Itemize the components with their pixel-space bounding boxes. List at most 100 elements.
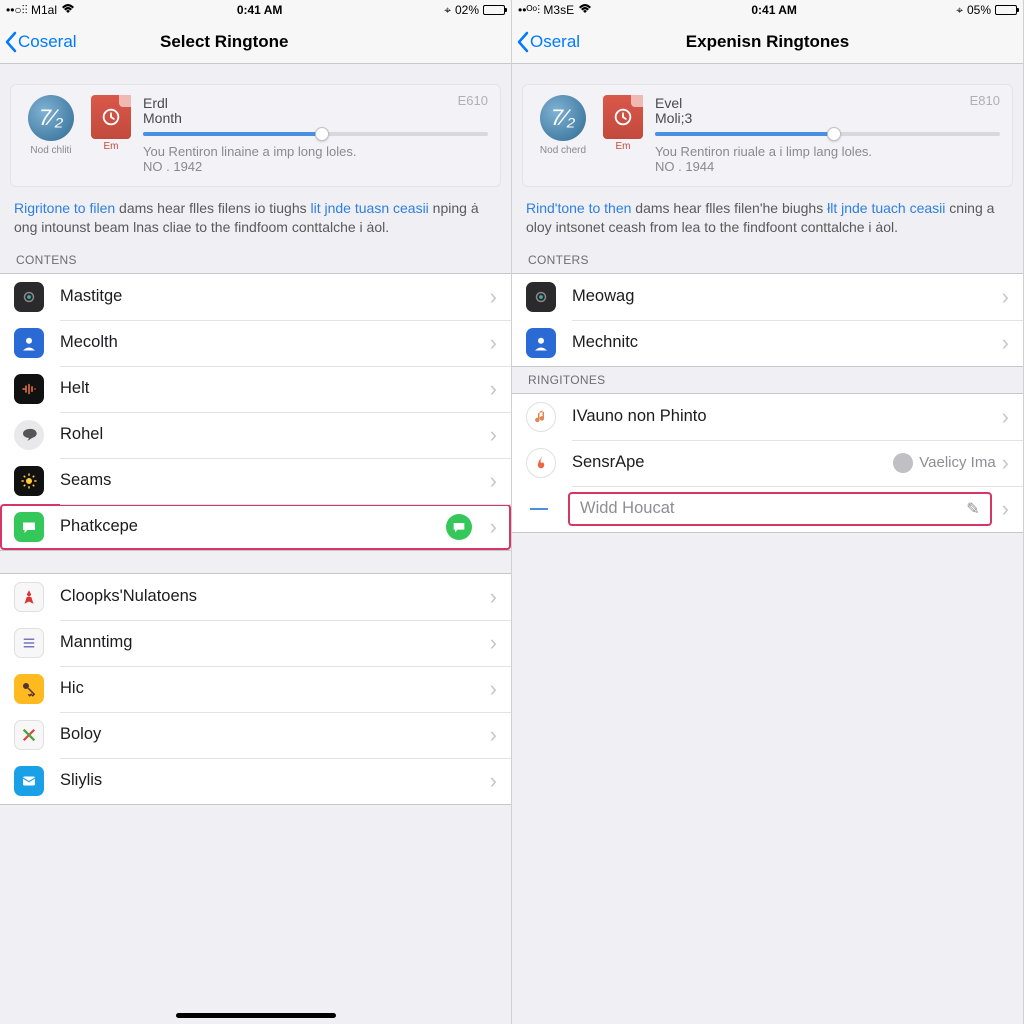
back-label: Coseral (18, 32, 77, 52)
chevron-right-icon: › (1002, 498, 1023, 520)
document-icon (603, 95, 643, 139)
messages-badge-icon (446, 514, 472, 540)
ringtone-item[interactable]: IVauno non Phinto › (512, 394, 1023, 440)
description-text: Rigritone to filen dams hear flles filen… (0, 187, 511, 247)
list-item[interactable]: Sliylis › (0, 758, 511, 804)
flame-icon (526, 448, 556, 478)
chevron-right-icon: › (490, 332, 511, 354)
battery-text: 05% (967, 3, 991, 17)
row-detail: Vaelicy Ima (893, 453, 1001, 473)
info-card: E610 7⁄₂ Nod chliti Em Erdl Month You Re… (10, 84, 501, 187)
card-line1: Erdl (143, 95, 488, 111)
card-line2: Month (143, 110, 488, 126)
list-item[interactable]: Mastitge › (0, 274, 511, 320)
carrier-text: ••○⫶⫶ M1al (6, 3, 57, 18)
row-label: Rohel (60, 425, 490, 444)
progress-slider[interactable] (655, 132, 1000, 136)
bluetooth-icon: ⌖ (444, 3, 451, 18)
list-item[interactable]: Meowag › (512, 274, 1023, 320)
chevron-right-icon: › (1002, 332, 1023, 354)
wifi-icon (61, 3, 75, 17)
card-desc1: You Rentiron riuale a i limp lang loles. (655, 144, 1000, 159)
mail-icon (14, 766, 44, 796)
chevron-right-icon: › (490, 286, 511, 308)
person-icon (526, 328, 556, 358)
music-note-icon (526, 402, 556, 432)
list-item[interactable]: Mechnitc › (512, 320, 1023, 366)
row-label: Sliylis (60, 771, 490, 790)
back-button[interactable]: Coseral (0, 31, 77, 53)
list-item[interactable]: Seams › (0, 458, 511, 504)
card-line1: Evel (655, 95, 1000, 111)
list-item-highlighted[interactable]: Phatkcepe › (0, 504, 511, 550)
chevron-right-icon: › (490, 470, 511, 492)
list-item[interactable]: Mecolth › (0, 320, 511, 366)
list-item[interactable]: Hic › (0, 666, 511, 712)
battery-icon (995, 5, 1017, 15)
avatar-caption: Nod cherd (535, 145, 591, 156)
status-bar: ••ᴼᵒ⫶ M3sE 0:41 AM ⌖ 05% (512, 0, 1023, 20)
contents-list: Meowag › Mechnitc › (512, 273, 1023, 367)
chevron-right-icon: › (490, 586, 511, 608)
phone-left: ••○⫶⫶ M1al 0:41 AM ⌖ 02% Coseral Select … (0, 0, 512, 1024)
list-item[interactable]: Rohel › (0, 412, 511, 458)
nav-bar: Oseral Expenisn Ringtones (512, 20, 1023, 64)
card-code: E810 (970, 93, 1000, 108)
phone-right: ••ᴼᵒ⫶ M3sE 0:41 AM ⌖ 05% Oseral Expenisn… (512, 0, 1024, 1024)
nav-bar: Coseral Select Ringtone (0, 20, 511, 64)
ringtone-name-input[interactable]: Widd Houcat ✎ (568, 492, 992, 526)
row-label: IVauno non Phinto (572, 407, 1002, 426)
card-line2: Moli;3 (655, 110, 1000, 126)
chevron-right-icon: › (490, 424, 511, 446)
list-item[interactable]: Manntimg › (0, 620, 511, 666)
chevron-right-icon: › (490, 770, 511, 792)
card-code: E610 (458, 93, 488, 108)
status-bar: ••○⫶⫶ M1al 0:41 AM ⌖ 02% (0, 0, 511, 20)
person-icon (14, 328, 44, 358)
list-item[interactable]: Cloopks'Nulatoens › (0, 574, 511, 620)
speech-icon (14, 420, 44, 450)
bluetooth-icon: ⌖ (956, 3, 963, 18)
contents-list: Mastitge › Mecolth › Helt › Rohel › Seam… (0, 273, 511, 551)
ringtones-list: IVauno non Phinto › SensrApe Vaelicy Ima… (512, 393, 1023, 533)
card-desc1: You Rentiron linaine a imp long loles. (143, 144, 488, 159)
list-item[interactable]: Helt › (0, 366, 511, 412)
waveform-icon (14, 374, 44, 404)
ringtone-input-row[interactable]: Widd Houcat ✎ › (512, 486, 1023, 532)
status-time: 0:41 AM (751, 3, 797, 17)
status-time: 0:41 AM (237, 3, 283, 17)
row-label: Boloy (60, 725, 490, 744)
info-card: E810 7⁄₂ Nod cherd Em Evel Moli;3 You Re… (522, 84, 1013, 187)
avatar-caption: Nod chliti (23, 145, 79, 156)
camera-icon (14, 282, 44, 312)
chevron-right-icon: › (490, 724, 511, 746)
tools-icon (14, 720, 44, 750)
document-caption: Em (104, 141, 119, 152)
row-label: Mechnitc (572, 333, 1002, 352)
row-label: SensrApe (572, 453, 893, 472)
card-desc2: NO . 1942 (143, 159, 488, 174)
ringtone-item[interactable]: SensrApe Vaelicy Ima › (512, 440, 1023, 486)
battery-icon (483, 5, 505, 15)
row-label: Seams (60, 471, 490, 490)
progress-slider[interactable] (143, 132, 488, 136)
camera-icon (526, 282, 556, 312)
chevron-left-icon (516, 31, 530, 53)
chevron-right-icon: › (1002, 452, 1023, 474)
back-label: Oseral (530, 32, 580, 52)
document-caption: Em (616, 141, 631, 152)
page-title: Select Ringtone (0, 32, 511, 52)
avatar: 7⁄₂ (28, 95, 74, 141)
chevron-right-icon: › (490, 632, 511, 654)
description-text: Rind'tone to then dams hear flles filen'… (512, 187, 1023, 247)
messages-icon (14, 512, 44, 542)
document-icon (91, 95, 131, 139)
sun-icon (14, 466, 44, 496)
row-label: Hic (60, 679, 490, 698)
home-indicator[interactable] (176, 1013, 336, 1018)
back-button[interactable]: Oseral (512, 31, 580, 53)
row-label: Helt (60, 379, 490, 398)
chevron-right-icon: › (490, 378, 511, 400)
chevron-right-icon: › (1002, 406, 1023, 428)
list-item[interactable]: Boloy › (0, 712, 511, 758)
